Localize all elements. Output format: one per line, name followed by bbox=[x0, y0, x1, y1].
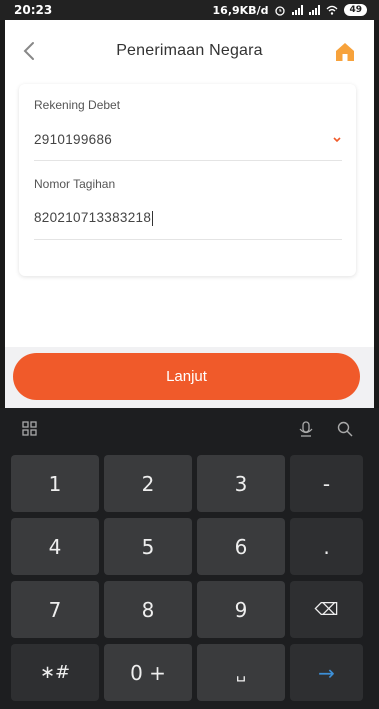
search-icon[interactable] bbox=[336, 420, 354, 438]
nomor-tagihan-value: 820210713383218 bbox=[34, 210, 152, 225]
key-2[interactable]: 2 bbox=[104, 455, 192, 512]
text-cursor bbox=[152, 210, 154, 226]
key-0-plus[interactable]: 0 + bbox=[104, 644, 192, 701]
key-period[interactable]: . bbox=[290, 518, 363, 575]
chevron-left-icon bbox=[23, 42, 34, 60]
key-minus[interactable]: - bbox=[290, 455, 363, 512]
app-screen: Penerimaan Negara Rekening Debet 2910199… bbox=[5, 20, 374, 408]
key-9[interactable]: 9 bbox=[197, 581, 285, 638]
chevron-down-icon[interactable] bbox=[332, 136, 342, 144]
rekening-debet-select[interactable]: 2910199686 bbox=[34, 132, 112, 147]
key-4[interactable]: 4 bbox=[11, 518, 99, 575]
divider bbox=[34, 160, 342, 161]
signal-icon-2 bbox=[309, 5, 321, 15]
space-key[interactable]: ␣ bbox=[197, 644, 285, 701]
enter-key[interactable]: → bbox=[290, 644, 363, 701]
nomor-tagihan-label: Nomor Tagihan bbox=[34, 177, 116, 191]
wifi-icon bbox=[327, 5, 338, 15]
numeric-keyboard: 1 2 3 - 4 5 6 . 7 8 9 ⌫ ∗# 0 + ␣ → bbox=[0, 408, 379, 709]
page-title: Penerimaan Negara bbox=[116, 42, 263, 59]
alarm-icon bbox=[275, 6, 286, 16]
key-symbols[interactable]: ∗# bbox=[11, 644, 99, 701]
status-bar: 20:23 16,9KB/d 49 bbox=[0, 0, 379, 20]
nomor-tagihan-input[interactable]: 820210713383218 bbox=[34, 210, 154, 226]
home-icon[interactable] bbox=[334, 41, 356, 63]
divider bbox=[34, 239, 342, 240]
network-speed: 16,9KB/d bbox=[212, 3, 269, 17]
keyboard-toolbar bbox=[0, 408, 379, 450]
arrow-right-icon: → bbox=[318, 660, 335, 685]
status-time: 20:23 bbox=[14, 3, 53, 17]
key-8[interactable]: 8 bbox=[104, 581, 192, 638]
app-header: Penerimaan Negara bbox=[5, 20, 374, 82]
rekening-debet-label: Rekening Debet bbox=[34, 98, 121, 112]
space-icon: ␣ bbox=[235, 663, 247, 682]
back-button[interactable] bbox=[19, 40, 39, 62]
key-6[interactable]: 6 bbox=[197, 518, 285, 575]
backspace-icon: ⌫ bbox=[314, 599, 339, 620]
lanjut-button[interactable]: Lanjut bbox=[13, 353, 360, 400]
form-card: Rekening Debet 2910199686 Nomor Tagihan … bbox=[19, 84, 356, 276]
battery-icon: 49 bbox=[344, 4, 367, 16]
key-1[interactable]: 1 bbox=[11, 455, 99, 512]
microphone-icon[interactable] bbox=[297, 420, 315, 438]
key-3[interactable]: 3 bbox=[197, 455, 285, 512]
grid-menu-icon[interactable] bbox=[21, 420, 39, 438]
signal-icon bbox=[292, 5, 304, 15]
backspace-key[interactable]: ⌫ bbox=[290, 581, 363, 638]
key-7[interactable]: 7 bbox=[11, 581, 99, 638]
status-icons: 16,9KB/d 49 bbox=[213, 4, 367, 17]
key-5[interactable]: 5 bbox=[104, 518, 192, 575]
